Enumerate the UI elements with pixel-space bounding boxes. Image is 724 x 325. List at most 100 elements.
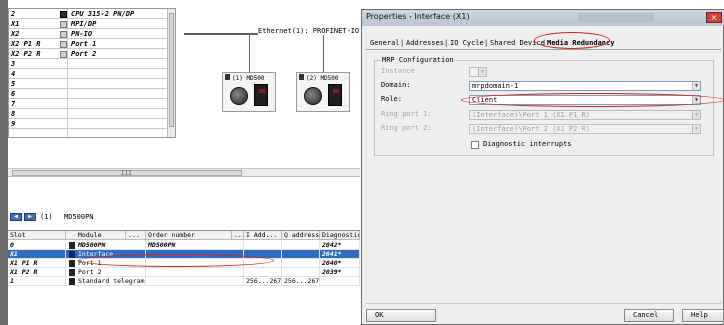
table-cell-q-addr bbox=[282, 259, 320, 268]
rack-row[interactable]: 9 bbox=[9, 120, 169, 129]
io-device-1[interactable]: (1) MD500 bbox=[222, 72, 276, 112]
ring-port-1-label: Ring port 1: bbox=[381, 110, 432, 118]
rack-row[interactable]: X1 MPI/DP bbox=[9, 20, 169, 29]
rack-module: PN-IO bbox=[71, 30, 93, 38]
annotation-ellipse bbox=[534, 32, 610, 49]
group-title: MRP Configuration bbox=[380, 56, 456, 65]
table-cell-order: MD500PN bbox=[146, 241, 244, 250]
ring-port-1-select: (Interface)\Port 1 (X1 P1 R) ▼ bbox=[469, 110, 701, 120]
domain-select[interactable]: mrpdomain-1 ▼ bbox=[469, 81, 701, 91]
col-header-module-more[interactable]: ... bbox=[126, 231, 146, 240]
motor-icon bbox=[304, 87, 322, 105]
rack-module: MPI/DP bbox=[71, 20, 97, 28]
hw-config-area: 2 CPU 315-2 PN/DP X1 MPI/DP X2 PN-IO X2 P1 R Po… bbox=[8, 0, 360, 325]
table-row[interactable]: 0 MD500PN MD500PN 2042* bbox=[8, 241, 360, 250]
table-cell-module: Port 2 bbox=[66, 268, 146, 277]
table-cell-diag: 2039* bbox=[320, 268, 360, 277]
rack-module: Port 2 bbox=[71, 50, 97, 58]
rack-row[interactable]: 4 bbox=[9, 70, 169, 79]
rack-module: CPU 315-2 PN/DP bbox=[71, 10, 135, 18]
tab-separator: | bbox=[484, 39, 489, 47]
station-rack[interactable]: 2 CPU 315-2 PN/DP X1 MPI/DP X2 PN-IO X2 P1 R Po… bbox=[8, 8, 176, 139]
rack-row[interactable]: 7 bbox=[9, 100, 169, 109]
col-header-order-more[interactable]: ... bbox=[232, 231, 244, 240]
rack-row[interactable]: 2 CPU 315-2 PN/DP bbox=[9, 10, 169, 19]
drive-icon bbox=[254, 84, 268, 106]
col-header-module[interactable]: Module bbox=[66, 231, 126, 240]
scrollbar-grip: III bbox=[121, 170, 132, 177]
rack-slot: X2 P2 R bbox=[11, 50, 41, 58]
io-device-2[interactable]: (2) MD500 bbox=[296, 72, 350, 112]
module-icon bbox=[69, 260, 75, 267]
rack-slot: X1 bbox=[11, 20, 20, 28]
col-header-slot[interactable]: Slot bbox=[8, 231, 66, 240]
chevron-down-icon: ▼ bbox=[478, 68, 486, 76]
rack-row[interactable]: X2 PN-IO bbox=[9, 30, 169, 39]
diagnostic-interrupts-checkbox[interactable] bbox=[471, 141, 479, 149]
help-button[interactable]: Help bbox=[682, 309, 724, 322]
table-cell-module: Standard telegram 3 bbox=[66, 277, 146, 286]
module-icon bbox=[69, 278, 75, 285]
rack-scrollbar-thumb[interactable] bbox=[169, 13, 174, 127]
device-icon bbox=[299, 74, 304, 80]
table-cell-q-addr bbox=[282, 241, 320, 250]
table-cell-module: MD500PN bbox=[66, 241, 146, 250]
tab-io-cycle[interactable]: IO Cycle bbox=[450, 37, 484, 49]
rack-row[interactable]: 8 bbox=[9, 110, 169, 119]
tab-general[interactable]: General bbox=[370, 37, 400, 49]
col-header-order-number[interactable]: Order number bbox=[146, 231, 232, 240]
rack-slot: 3 bbox=[11, 60, 16, 68]
rack-scrollbar[interactable] bbox=[167, 9, 175, 137]
table-cell-slot: X1 P2 R bbox=[8, 268, 66, 277]
module-icon bbox=[69, 251, 75, 258]
nav-title: MD500PN bbox=[64, 213, 94, 221]
annotation-ellipse bbox=[461, 93, 724, 107]
chevron-down-icon: ▼ bbox=[692, 111, 700, 119]
chevron-down-icon: ▼ bbox=[692, 125, 700, 133]
forward-arrow-icon[interactable]: ▶ bbox=[24, 213, 36, 221]
col-header-q-address[interactable]: Q address bbox=[282, 231, 320, 240]
table-cell-diag bbox=[320, 277, 360, 286]
table-cell-i-addr bbox=[244, 241, 282, 250]
chevron-down-icon[interactable]: ▼ bbox=[692, 82, 700, 90]
rack-slot: 9 bbox=[11, 120, 16, 128]
table-cell-q-addr bbox=[282, 250, 320, 259]
rack-module: Port 1 bbox=[71, 40, 97, 48]
tab-addresses[interactable]: Addresses bbox=[406, 37, 444, 49]
horizontal-scrollbar-thumb[interactable]: III bbox=[12, 170, 242, 177]
table-cell-order bbox=[146, 268, 244, 277]
network-drop-line bbox=[323, 35, 324, 72]
rack-row[interactable]: X2 P1 R Port 1 bbox=[9, 40, 169, 49]
close-icon[interactable]: × bbox=[706, 12, 722, 23]
dialog-footer-separator bbox=[366, 303, 721, 304]
network-label: Ethernet(1): PROFINET-IO-Sys bbox=[258, 27, 360, 35]
rack-row[interactable]: 3 bbox=[9, 60, 169, 69]
rack-slot: 8 bbox=[11, 110, 16, 118]
table-cell-diag: 2042* bbox=[320, 241, 360, 250]
cpu-module-icon bbox=[60, 11, 67, 18]
device-label: (1) MD500 bbox=[232, 75, 265, 82]
col-header-i-address[interactable]: I Add... bbox=[244, 231, 282, 240]
rack-slot: 4 bbox=[11, 70, 16, 78]
dialog-titlebar[interactable]: Properties - Interface (X1) × bbox=[362, 10, 724, 26]
back-arrow-icon[interactable]: ◀ bbox=[10, 213, 22, 221]
col-header-diagnostic[interactable]: Diagnostic bbox=[320, 231, 360, 240]
table-row[interactable]: X1 P2 R Port 2 2039* bbox=[8, 268, 360, 277]
cancel-button[interactable]: Cancel bbox=[624, 309, 674, 322]
role-label: Role: bbox=[381, 95, 403, 103]
rack-row[interactable]: X2 P2 R Port 2 bbox=[9, 50, 169, 59]
device-icon bbox=[225, 74, 230, 80]
annotation-ellipse bbox=[78, 254, 274, 267]
ok-button[interactable]: OK bbox=[366, 309, 436, 322]
nav-index: (1) bbox=[40, 213, 53, 221]
table-cell-i-addr: 256...267 bbox=[246, 277, 282, 286]
table-cell-i-addr bbox=[244, 268, 282, 277]
horizontal-scrollbar[interactable]: III bbox=[8, 168, 360, 177]
motor-icon bbox=[230, 87, 248, 105]
table-row[interactable]: 1 Standard telegram 3 256...267 256...267 bbox=[8, 277, 360, 286]
rack-row[interactable]: 5 bbox=[9, 80, 169, 89]
tab-panel-border bbox=[366, 49, 721, 50]
rack-row[interactable]: 6 bbox=[9, 90, 169, 99]
ring-port-2-label: Ring port 2: bbox=[381, 124, 432, 132]
domain-value: mrpdomain-1 bbox=[472, 82, 519, 90]
